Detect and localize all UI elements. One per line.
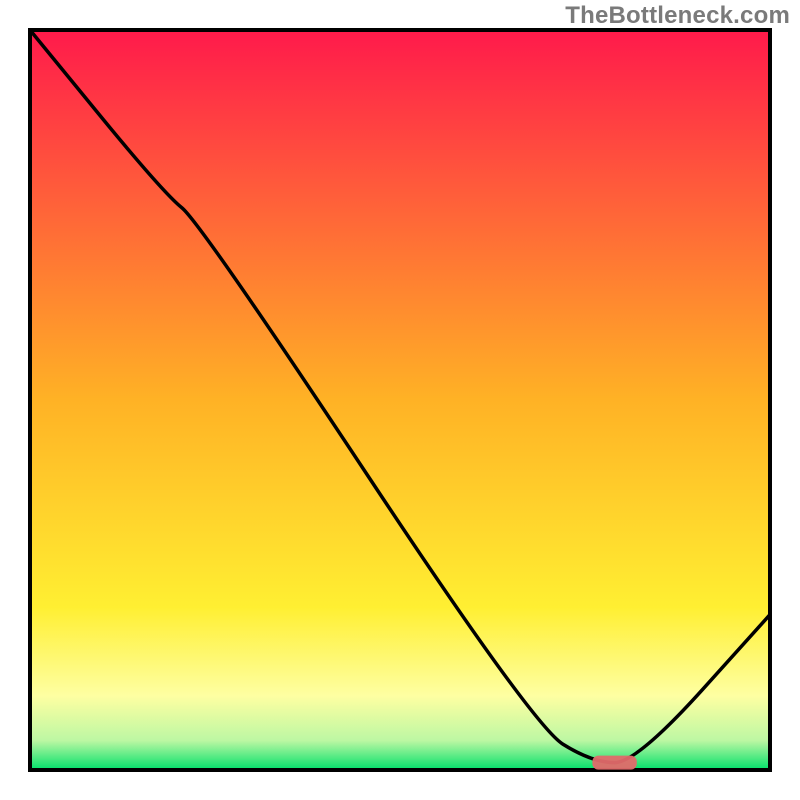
- optimum-marker: [592, 756, 636, 770]
- bottleneck-chart: [0, 0, 800, 800]
- plot-bg: [30, 30, 770, 770]
- chart-stage: TheBottleneck.com: [0, 0, 800, 800]
- watermark-label: TheBottleneck.com: [565, 2, 790, 30]
